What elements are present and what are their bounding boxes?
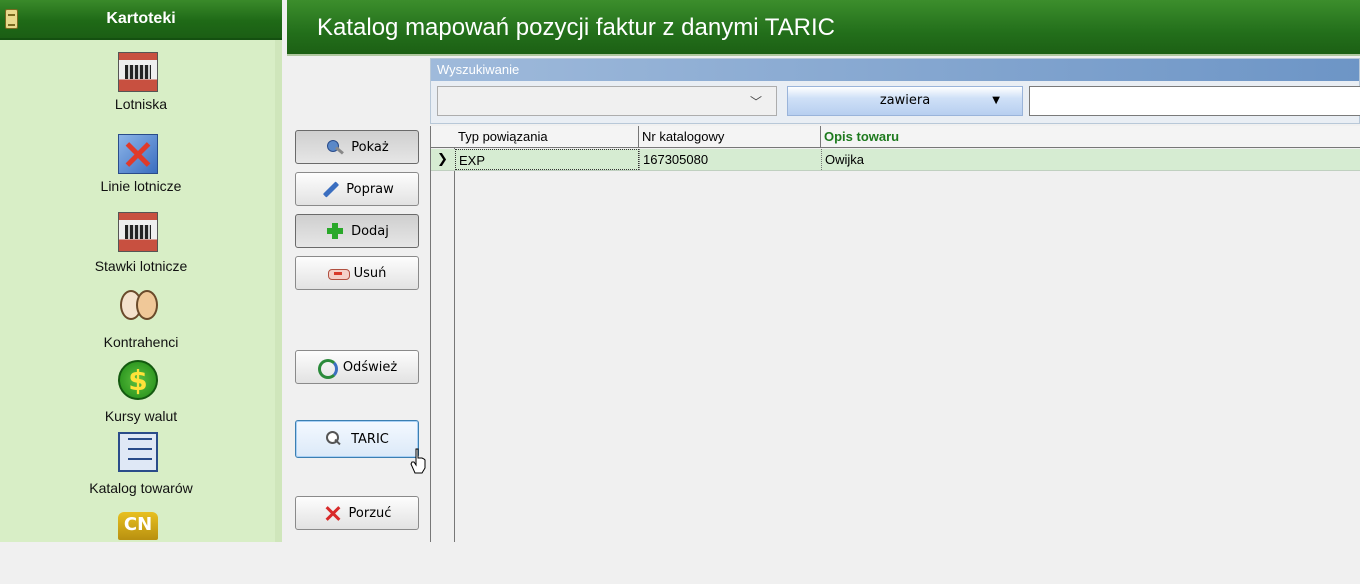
column-header-catalog-no[interactable]: Nr katalogowy bbox=[639, 126, 821, 148]
search-mode-select[interactable]: zawiera ▼ bbox=[787, 86, 1023, 116]
airport-rates-icon bbox=[118, 212, 158, 252]
sidebar-item-airports[interactable]: Lotniska bbox=[0, 52, 282, 128]
search-mode-value: zawiera bbox=[879, 93, 931, 108]
show-button-label: Pokaż bbox=[351, 139, 389, 155]
sidebar-item-label: Katalog towarów bbox=[89, 480, 193, 496]
cn-codes-icon bbox=[118, 512, 158, 540]
sidebar-scrollbar[interactable] bbox=[275, 40, 282, 542]
cell-description[interactable]: Owijka bbox=[821, 149, 1360, 170]
mouse-pointer-icon bbox=[410, 448, 426, 474]
column-header-description[interactable]: Opis towaru bbox=[821, 126, 1360, 148]
close-icon bbox=[323, 504, 343, 522]
refresh-button[interactable]: Odśwież bbox=[295, 350, 419, 384]
column-header-type[interactable]: Typ powiązania bbox=[455, 126, 639, 148]
table-header: Typ powiązania Nr katalogowy Opis towaru bbox=[431, 126, 1360, 148]
airlines-icon bbox=[118, 134, 158, 174]
action-toolbar: Pokaż Popraw Dodaj Usuń Odśwież TARIC Po… bbox=[287, 58, 427, 542]
sidebar: Kartoteki Lotniska Linie lotnicze Stawki… bbox=[0, 0, 282, 542]
pencil-icon bbox=[320, 180, 340, 198]
sidebar-item-goods-catalog[interactable]: Katalog towarów bbox=[0, 432, 282, 508]
refresh-button-label: Odśwież bbox=[342, 359, 398, 375]
sidebar-title: Kartoteki bbox=[106, 10, 176, 27]
delete-button[interactable]: Usuń bbox=[295, 256, 419, 290]
magnifier-pin-icon bbox=[325, 138, 345, 156]
add-button[interactable]: Dodaj bbox=[295, 214, 419, 248]
sidebar-item-label: Lotniska bbox=[114, 96, 168, 112]
sidebar-item-exchange-rates[interactable]: Kursy walut bbox=[0, 360, 282, 436]
taric-button-label: TARIC bbox=[351, 431, 389, 447]
sidebar-header: Kartoteki bbox=[0, 0, 282, 40]
window-header: Katalog mapowań pozycji faktur z danymi … bbox=[287, 0, 1360, 56]
sidebar-item-label: Stawki lotnicze bbox=[94, 258, 188, 274]
sidebar-item-contractors[interactable]: Kontrahenci bbox=[0, 286, 282, 362]
contractors-icon bbox=[118, 286, 158, 326]
dropdown-arrow-icon: ▼ bbox=[992, 95, 1000, 106]
taric-button[interactable]: TARIC bbox=[295, 420, 419, 458]
row-indicator-column bbox=[431, 126, 455, 542]
search-icon bbox=[325, 430, 345, 448]
mapping-table: Typ powiązania Nr katalogowy Opis towaru… bbox=[430, 126, 1360, 542]
search-field-select[interactable]: ﹀ bbox=[437, 86, 777, 116]
sidebar-item-airlines[interactable]: Linie lotnicze bbox=[0, 134, 282, 210]
plus-icon bbox=[325, 222, 345, 240]
sidebar-item-label: Kursy walut bbox=[104, 408, 178, 424]
airport-icon bbox=[118, 52, 158, 92]
delete-button-label: Usuń bbox=[353, 265, 387, 281]
page-title: Katalog mapowań pozycji faktur z danymi … bbox=[317, 14, 836, 41]
current-row-icon: ❯ bbox=[437, 152, 448, 167]
minus-icon bbox=[327, 264, 350, 282]
refresh-icon bbox=[317, 358, 338, 379]
add-button-label: Dodaj bbox=[351, 223, 389, 239]
currency-icon bbox=[118, 360, 158, 400]
search-panel-title: Wyszukiwanie bbox=[431, 59, 1359, 81]
edit-button[interactable]: Popraw bbox=[295, 172, 419, 206]
show-button[interactable]: Pokaż bbox=[295, 130, 419, 164]
chevron-down-icon: ﹀ bbox=[749, 95, 762, 109]
table-row[interactable]: ❯ EXP 167305080 Owijka bbox=[431, 149, 1360, 171]
sidebar-item-label: Linie lotnicze bbox=[100, 178, 182, 194]
cancel-button-label: Porzuć bbox=[348, 505, 392, 521]
goods-catalog-icon bbox=[118, 432, 158, 472]
search-panel: Wyszukiwanie ﹀ zawiera ▼ bbox=[430, 58, 1360, 124]
cell-type[interactable]: EXP bbox=[455, 149, 639, 170]
sidebar-item-airport-rates[interactable]: Stawki lotnicze bbox=[0, 212, 282, 288]
sidebar-item-label: Kontrahenci bbox=[103, 334, 179, 350]
cancel-button[interactable]: Porzuć bbox=[295, 496, 419, 530]
cell-catalog-no[interactable]: 167305080 bbox=[639, 149, 821, 170]
sidebar-item-cn-codes[interactable] bbox=[0, 508, 282, 584]
edit-button-label: Popraw bbox=[346, 181, 394, 197]
search-input[interactable] bbox=[1029, 86, 1360, 116]
